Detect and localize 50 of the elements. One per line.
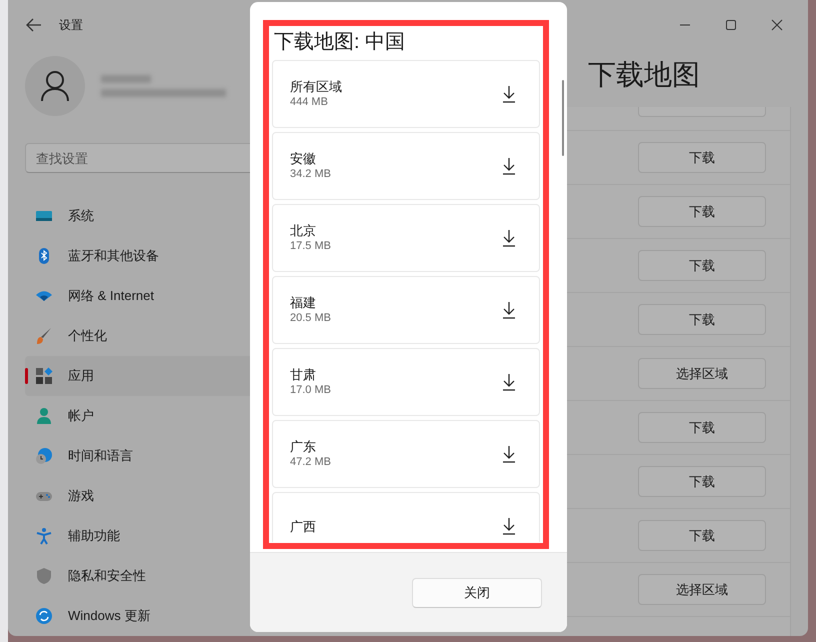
region-card[interactable]: 广东 47.2 MB xyxy=(272,420,540,488)
nav-icon xyxy=(35,447,53,465)
download-icon[interactable] xyxy=(501,229,517,247)
region-size: 34.2 MB xyxy=(290,167,331,182)
close-icon xyxy=(771,19,783,31)
region-size: 20.5 MB xyxy=(290,311,331,326)
nav-icon xyxy=(35,527,53,545)
page-title: 下载地图 xyxy=(588,59,700,90)
action-button[interactable]: 下载 xyxy=(638,250,766,281)
region-name: 北京 xyxy=(290,222,317,239)
download-icon[interactable] xyxy=(501,301,517,319)
action-button[interactable]: 下载 xyxy=(638,304,766,335)
download-icon[interactable] xyxy=(501,445,517,463)
region-card[interactable]: 广西 xyxy=(272,492,540,542)
dialog-title: 下载地图: 中国 xyxy=(274,31,406,53)
region-card[interactable]: 安徽 34.2 MB xyxy=(272,132,540,200)
download-icon[interactable] xyxy=(501,373,517,391)
action-button[interactable]: 下载 xyxy=(638,466,766,497)
region-name: 广东 xyxy=(290,438,317,455)
action-button[interactable]: 下载 xyxy=(638,142,766,173)
region-name: 甘肃 xyxy=(290,366,317,383)
nav-icon xyxy=(35,407,53,425)
region-card[interactable]: 所有区域 444 MB xyxy=(272,60,540,128)
nav-icon xyxy=(35,567,53,585)
region-size: 17.0 MB xyxy=(290,383,331,398)
download-icon[interactable] xyxy=(501,517,517,535)
region-name: 广西 xyxy=(290,518,316,534)
window-title: 设置 xyxy=(59,17,83,34)
nav-icon xyxy=(35,327,53,345)
region-name: 福建 xyxy=(290,294,317,311)
region-card[interactable]: 甘肃 17.0 MB xyxy=(272,348,540,416)
action-button[interactable]: 下载 xyxy=(638,412,766,443)
scrollbar[interactable] xyxy=(562,80,564,156)
nav-icon xyxy=(35,367,53,385)
nav-icon xyxy=(35,607,53,625)
close-button[interactable]: 关闭 xyxy=(412,578,542,608)
region-name: 所有区域 xyxy=(290,78,342,95)
region-size: 47.2 MB xyxy=(290,455,331,470)
region-card[interactable]: 北京 17.5 MB xyxy=(272,204,540,272)
action-button[interactable]: 选择区域 xyxy=(638,358,766,389)
region-name: 安徽 xyxy=(290,150,317,167)
download-icon[interactable] xyxy=(501,85,517,103)
action-button[interactable]: 下载 xyxy=(638,196,766,227)
download-icon[interactable] xyxy=(501,157,517,175)
action-button[interactable]: 下载 xyxy=(638,520,766,551)
region-size: 17.5 MB xyxy=(290,239,331,254)
region-size: 444 MB xyxy=(290,95,329,110)
maximize-icon xyxy=(725,19,737,31)
action-button[interactable]: 选择区域 xyxy=(638,574,766,605)
region-card[interactable]: 福建 20.5 MB xyxy=(272,276,540,344)
